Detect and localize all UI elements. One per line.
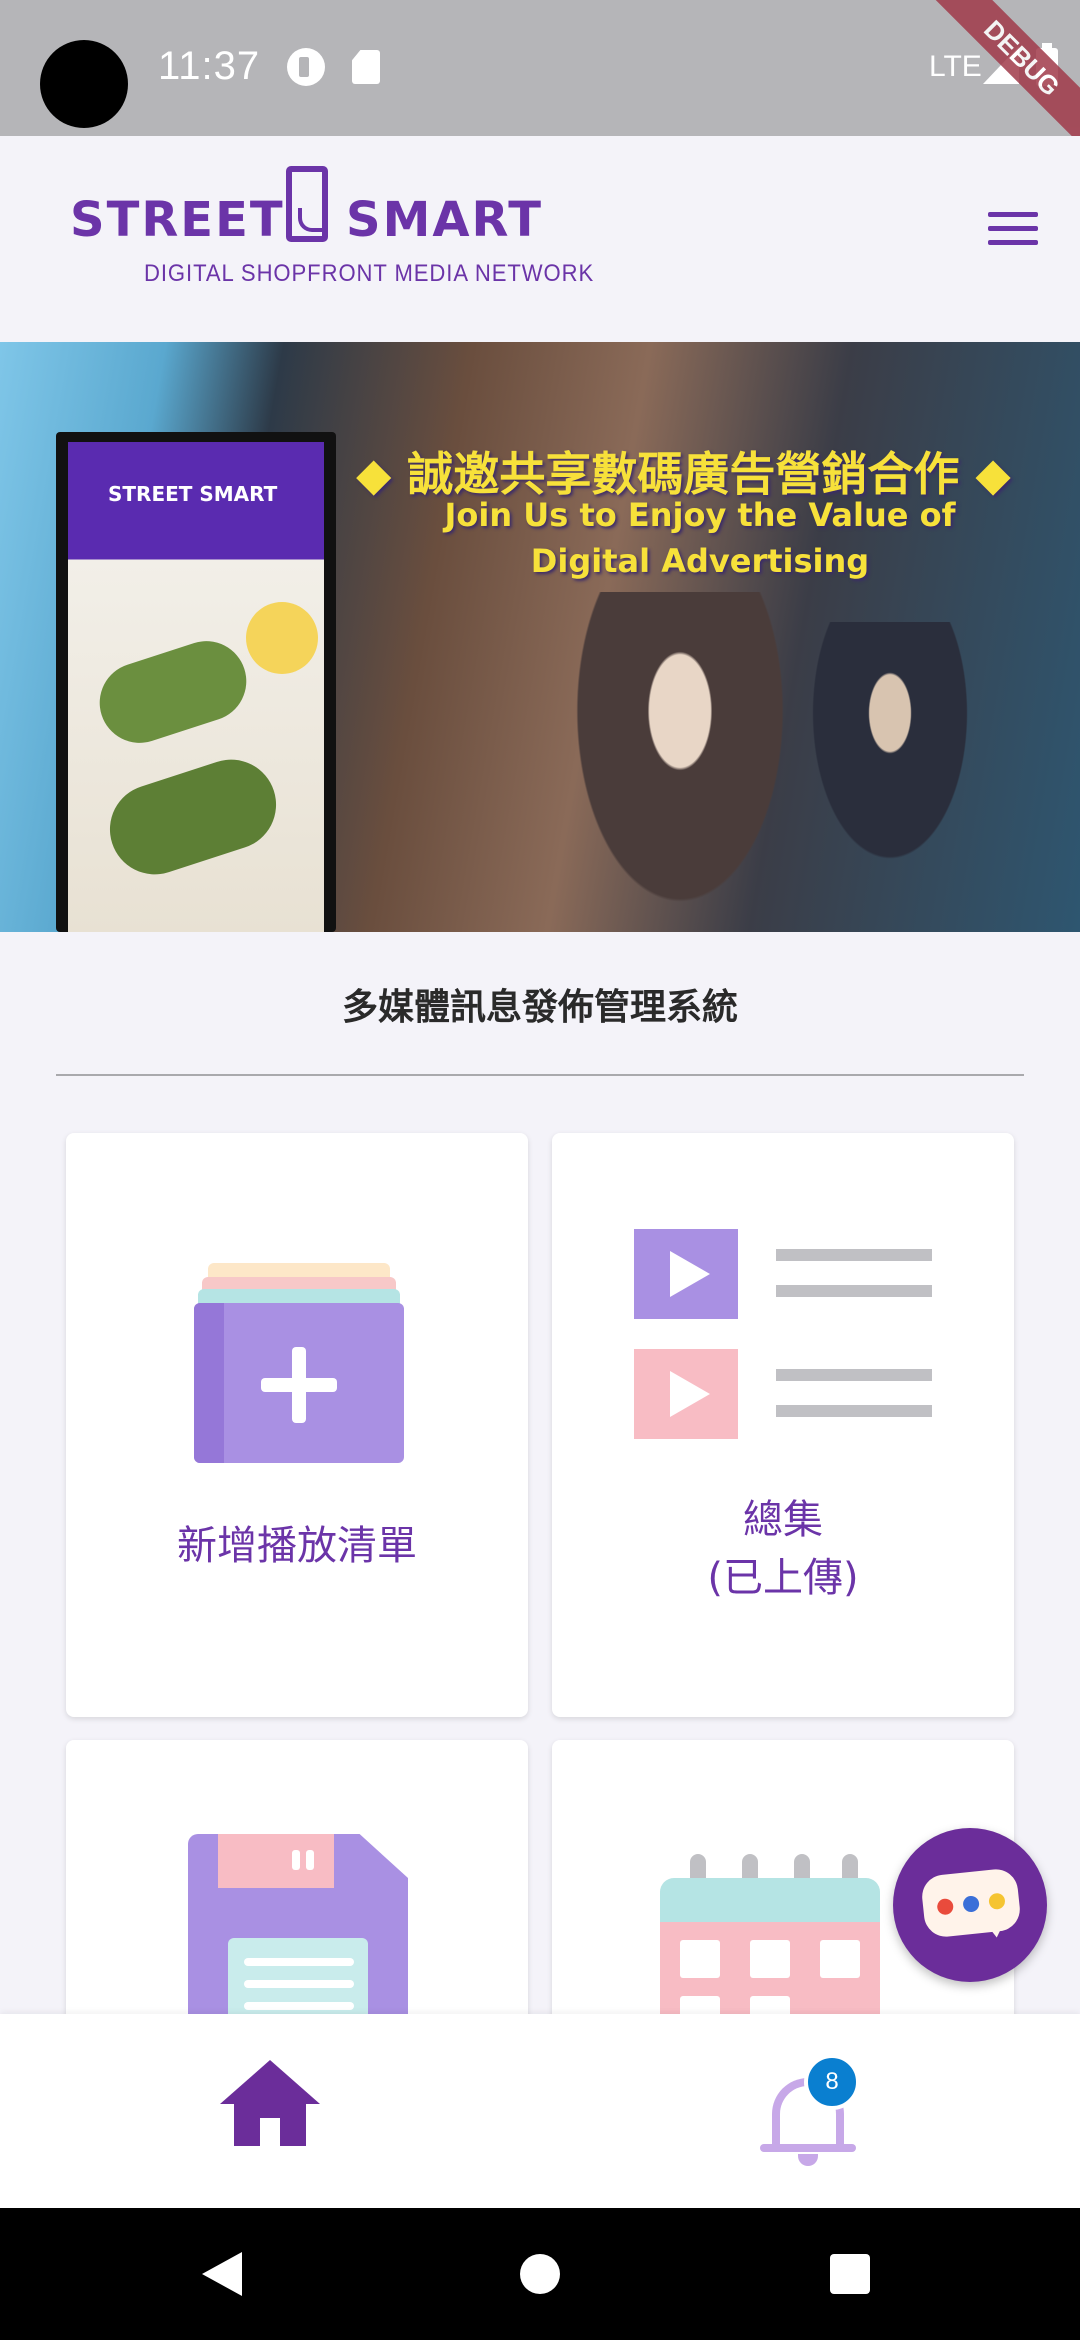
add-playlist-card[interactable]: 新增播放清單 <box>66 1133 528 1717</box>
app-header: STREET SMART DIGITAL SHOPFRONT MEDIA NET… <box>0 136 1080 342</box>
chat-dot-blue <box>962 1895 980 1913</box>
app-notification-icon <box>287 48 325 86</box>
street-smart-logo[interactable]: STREET SMART DIGITAL SHOPFRONT MEDIA NET… <box>70 166 593 292</box>
chat-bubble-icon <box>920 1867 1022 1939</box>
system-navigation-bar <box>0 2208 1080 2340</box>
folder-add-icon <box>194 1263 404 1463</box>
camera-cutout <box>40 40 128 128</box>
recent-apps-icon[interactable] <box>830 2254 870 2294</box>
banner-lemon-image <box>246 602 318 674</box>
back-icon[interactable] <box>202 2252 242 2296</box>
promo-banner[interactable]: STREET SMART ◆ 誠邀共享數碼廣告營銷合作 ◆ Join Us to… <box>0 342 1080 932</box>
banner-food-image <box>89 630 257 754</box>
status-time: 11:37 <box>158 44 261 88</box>
banner-screen-logo: STREET SMART <box>108 482 278 506</box>
saved-media-card[interactable] <box>66 1740 528 2060</box>
banner-photo-people <box>560 592 800 932</box>
section-divider <box>56 1074 1024 1076</box>
banner-food-image-2 <box>98 747 288 887</box>
hamburger-menu-icon[interactable] <box>988 212 1038 248</box>
add-playlist-label: 新增播放清單 <box>177 1523 417 1569</box>
sd-card-icon <box>352 50 380 84</box>
status-bar: 11:37 LTE DEBUG <box>0 0 1080 157</box>
logo-word-street: STREET <box>70 192 285 248</box>
chat-button[interactable] <box>893 1828 1047 1982</box>
section-title: 多媒體訊息發佈管理系統 <box>341 987 738 1028</box>
collection-uploaded-card[interactable]: 總集 (已上傳) <box>552 1133 1014 1717</box>
phone-logo-icon <box>286 166 328 242</box>
chat-dot-red <box>936 1897 955 1916</box>
notification-badge: 8 <box>804 2054 860 2110</box>
video-playlist-icon <box>634 1229 944 1439</box>
banner-photo-people-secondary <box>800 622 980 882</box>
system-home-icon[interactable] <box>520 2254 560 2294</box>
logo-tagline: DIGITAL SHOPFRONT MEDIA NETWORK <box>144 260 595 287</box>
bell-icon[interactable]: 8 <box>760 2054 860 2174</box>
logo-word-smart: SMART <box>346 192 544 248</box>
bottom-navigation: 8 <box>0 2014 1080 2208</box>
chat-dot-yellow <box>988 1892 1006 1911</box>
home-icon[interactable] <box>220 2060 320 2160</box>
floppy-slot-2 <box>306 1850 314 1870</box>
collection-uploaded-label: 總集 (已上傳) <box>707 1497 859 1601</box>
floppy-slot <box>292 1850 300 1870</box>
network-type: LTE <box>929 50 982 83</box>
banner-display-screen: STREET SMART <box>68 442 324 932</box>
banner-headline-english: Join Us to Enjoy the Value of Digital Ad… <box>444 496 956 580</box>
floppy-shutter <box>218 1834 334 1888</box>
